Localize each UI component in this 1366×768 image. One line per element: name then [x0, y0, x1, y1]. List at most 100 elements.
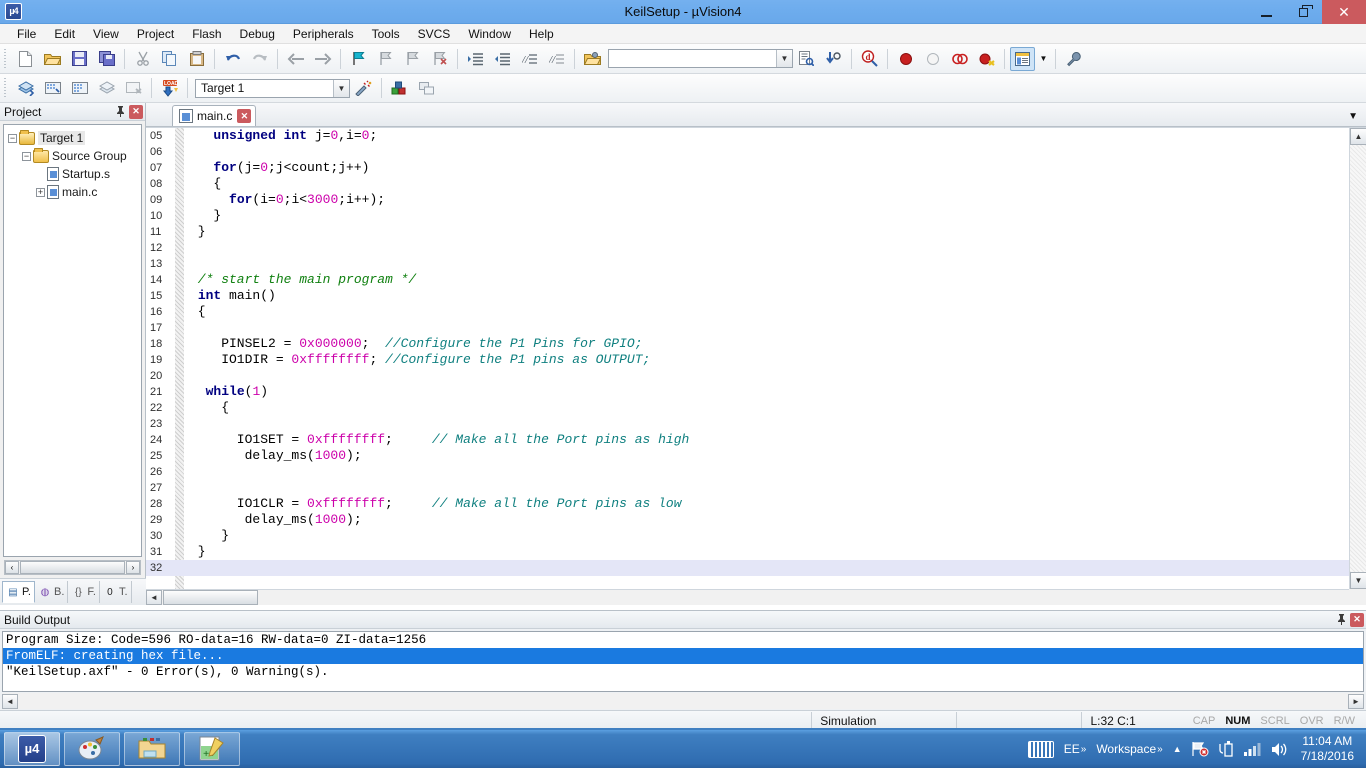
code-line-12[interactable]: 12 — [146, 240, 1349, 256]
insert-breakpoint-button[interactable] — [893, 47, 918, 71]
minimize-button[interactable] — [1248, 0, 1285, 24]
search-combo[interactable]: ▼ — [608, 49, 793, 68]
code-line-17[interactable]: 17 — [146, 320, 1349, 336]
project-tab-p[interactable]: ▤ P. — [2, 581, 35, 603]
navigate-back-button[interactable] — [283, 47, 308, 71]
toolbar-grip[interactable] — [2, 48, 9, 69]
code-line-31[interactable]: 31 } — [146, 544, 1349, 560]
usb-device-icon[interactable] — [1214, 741, 1239, 757]
code-editor[interactable]: 05 unsigned int j=0,i=0; 06 07 for(j=0;j<c… — [146, 127, 1366, 605]
code-line-32[interactable]: 32 — [146, 560, 1349, 576]
scroll-right-icon[interactable]: ► — [1348, 693, 1364, 709]
code-line-18[interactable]: 18 PINSEL2 = 0x000000; //Configure the P… — [146, 336, 1349, 352]
copy-button[interactable] — [157, 47, 182, 71]
signal-bars-icon[interactable] — [1239, 742, 1266, 756]
build-output-hscrollbar[interactable]: ◄ ► — [2, 693, 1364, 709]
code-line-29[interactable]: 29 delay_ms(1000); — [146, 512, 1349, 528]
code-line-7[interactable]: 07 for(j=0;j<count;j++) — [146, 160, 1349, 176]
close-icon[interactable]: ✕ — [129, 104, 143, 119]
build-output-line[interactable]: Program Size: Code=596 RO-data=16 RW-dat… — [3, 632, 1363, 648]
clock[interactable]: 11:04 AM 7/18/2016 — [1293, 734, 1360, 764]
bookmark-clear-button[interactable] — [427, 47, 452, 71]
code-line-9[interactable]: 09 for(i=0;i<3000;i++); — [146, 192, 1349, 208]
code-line-28[interactable]: 28 IO1CLR = 0xffffffff; // Make all the … — [146, 496, 1349, 512]
new-file-button[interactable] — [13, 47, 38, 71]
code-line-30[interactable]: 30 } — [146, 528, 1349, 544]
manage-multi-project-button[interactable] — [414, 76, 439, 100]
tree-item-target-1[interactable]: − Target 1 — [4, 129, 141, 147]
remove-breakpoint-button[interactable] — [920, 47, 945, 71]
build-target-button[interactable] — [40, 76, 65, 100]
code-line-6[interactable]: 06 — [146, 144, 1349, 160]
toolbar-grip[interactable] — [2, 78, 9, 98]
collapse-icon[interactable]: − — [22, 151, 31, 161]
open-file-button[interactable] — [40, 47, 65, 71]
configuration-button[interactable] — [1061, 47, 1086, 71]
paste-button[interactable] — [184, 47, 209, 71]
chevron-more-icon[interactable]: » — [1157, 744, 1163, 755]
scroll-thumb[interactable] — [20, 561, 125, 574]
project-hscrollbar[interactable]: ‹ › — [4, 560, 141, 575]
scroll-left-icon[interactable]: ‹ — [5, 561, 19, 574]
menu-item-debug[interactable]: Debug — [231, 24, 284, 44]
tree-item-main-c[interactable]: + main.c — [4, 183, 141, 201]
indent-button[interactable] — [463, 47, 488, 71]
chevron-down-icon[interactable]: ▼ — [776, 50, 792, 67]
find-in-files-button[interactable] — [794, 47, 819, 71]
menu-item-window[interactable]: Window — [459, 24, 520, 44]
menu-item-view[interactable]: View — [84, 24, 128, 44]
undo-button[interactable] — [220, 47, 245, 71]
code-line-19[interactable]: 19 IO1DIR = 0xffffffff; //Configure the … — [146, 352, 1349, 368]
scroll-right-icon[interactable]: › — [126, 561, 140, 574]
goto-definition-button[interactable] — [821, 47, 846, 71]
target-select[interactable]: Target 1 ▼ — [195, 78, 350, 98]
close-icon[interactable]: ✕ — [1350, 612, 1364, 627]
keyboard-icon[interactable] — [1023, 740, 1059, 758]
kill-all-breakpoints-button[interactable] — [974, 47, 999, 71]
scroll-left-icon[interactable]: ◄ — [146, 590, 162, 605]
vscroll-track[interactable] — [1350, 145, 1366, 572]
pin-icon[interactable] — [1334, 613, 1348, 627]
code-line-23[interactable]: 23 — [146, 416, 1349, 432]
options-for-target-button[interactable] — [351, 76, 376, 100]
code-line-15[interactable]: 15 int main() — [146, 288, 1349, 304]
code-line-20[interactable]: 20 — [146, 368, 1349, 384]
menu-item-svcs[interactable]: SVCS — [409, 24, 460, 44]
bookmark-prev-button[interactable] — [373, 47, 398, 71]
code-line-13[interactable]: 13 — [146, 256, 1349, 272]
code-line-27[interactable]: 27 — [146, 480, 1349, 496]
build-output-line[interactable]: FromELF: creating hex file... — [3, 648, 1363, 664]
save-all-button[interactable] — [94, 47, 119, 71]
editor-vscrollbar[interactable]: ▲ ▼ — [1349, 128, 1366, 589]
debug-zoom-button[interactable]: d — [857, 47, 882, 71]
volume-icon[interactable] — [1266, 742, 1293, 757]
taskbar-paint[interactable] — [64, 732, 120, 766]
scroll-down-icon[interactable]: ▼ — [1350, 572, 1366, 589]
redo-button[interactable] — [247, 47, 272, 71]
chevron-down-icon[interactable]: ▼ — [333, 79, 349, 97]
bookmark-next-button[interactable] — [400, 47, 425, 71]
scroll-up-icon[interactable]: ▲ — [1350, 128, 1366, 145]
menu-item-flash[interactable]: Flash — [183, 24, 230, 44]
rebuild-all-button[interactable] — [67, 76, 92, 100]
comment-button[interactable]: // — [517, 47, 542, 71]
tab-list-dropdown-icon[interactable]: ▼ — [1348, 111, 1358, 122]
code-line-26[interactable]: 26 — [146, 464, 1349, 480]
input-language[interactable]: EE» — [1059, 742, 1092, 756]
menu-item-tools[interactable]: Tools — [363, 24, 409, 44]
tree-item-source-group[interactable]: − Source Group — [4, 147, 141, 165]
code-line-22[interactable]: 22 { — [146, 400, 1349, 416]
code-line-10[interactable]: 10 } — [146, 208, 1349, 224]
build-output-text[interactable]: Program Size: Code=596 RO-data=16 RW-dat… — [2, 631, 1364, 692]
cut-button[interactable] — [130, 47, 155, 71]
tree-item-startup-s[interactable]: Startup.s — [4, 165, 141, 183]
collapse-icon[interactable]: − — [8, 133, 17, 143]
menu-item-help[interactable]: Help — [520, 24, 563, 44]
code-lines[interactable]: 05 unsigned int j=0,i=0; 06 07 for(j=0;j<c… — [146, 128, 1349, 589]
network-error-icon[interactable] — [1187, 741, 1214, 757]
menu-item-file[interactable]: File — [8, 24, 45, 44]
menu-item-edit[interactable]: Edit — [45, 24, 84, 44]
document-tab-main-c[interactable]: main.c ✕ — [172, 105, 257, 126]
taskbar-explorer[interactable] — [124, 732, 180, 766]
bookmark-toggle-button[interactable] — [346, 47, 371, 71]
